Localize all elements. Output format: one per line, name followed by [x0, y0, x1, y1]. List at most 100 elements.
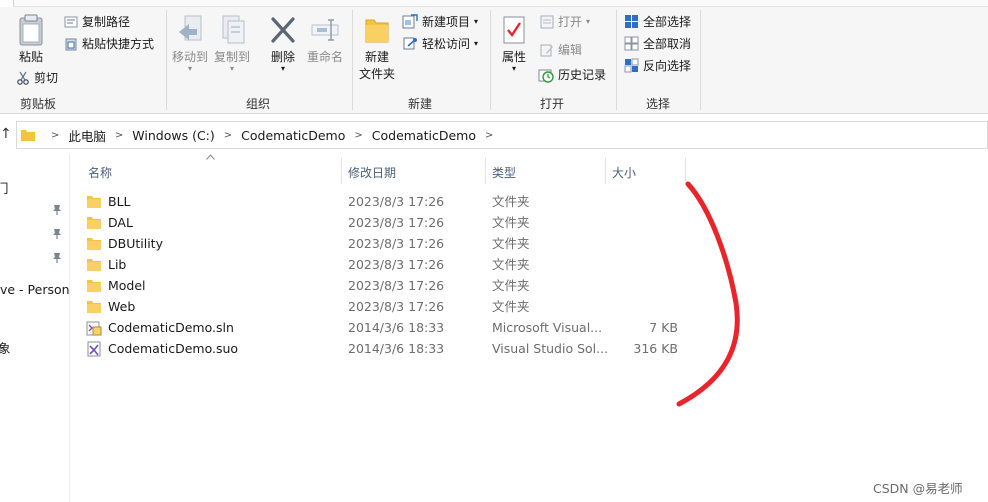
copy-to-icon	[217, 14, 247, 46]
chevron-right-icon[interactable]: >	[115, 130, 123, 141]
chevron-right-icon[interactable]: >	[354, 130, 362, 141]
column-header-type[interactable]: 类型	[492, 164, 516, 182]
open-label: 打开	[558, 15, 583, 29]
file-size: 7 KB	[649, 320, 678, 335]
select-all-label: 全部选择	[643, 15, 692, 29]
new-folder-button[interactable]: 新建 文件夹	[356, 14, 398, 83]
invert-selection-label: 反向选择	[643, 59, 692, 73]
open-button[interactable]: 打开 ▾	[540, 13, 590, 30]
chevron-right-icon[interactable]: >	[485, 130, 493, 141]
ribbon-tab-stub[interactable]	[0, 0, 14, 7]
column-divider[interactable]	[685, 158, 686, 184]
file-type: 文件夹	[492, 299, 530, 314]
column-divider[interactable]	[341, 158, 342, 184]
invert-selection-button[interactable]: 反向选择	[624, 57, 691, 74]
file-name-cell: BLL	[86, 191, 131, 212]
breadcrumb: > 此电脑 > Windows (C:) > CodematicDemo > C…	[20, 125, 502, 145]
chevron-right-icon[interactable]: >	[51, 130, 59, 141]
file-size	[612, 275, 678, 296]
column-header-date[interactable]: 修改日期	[348, 164, 396, 182]
move-to-button[interactable]: 移动到 ▾	[170, 14, 210, 73]
up-arrow-icon[interactable]: ↑	[0, 126, 12, 142]
new-item-button[interactable]: 新建项目 ▾	[402, 13, 478, 30]
file-type: 文件夹	[492, 278, 530, 293]
breadcrumb-item[interactable]: Windows (C:)	[132, 128, 214, 143]
paste-shortcut-button[interactable]: 粘贴快捷方式	[64, 35, 154, 52]
delete-dropdown-icon: ▾	[280, 64, 285, 73]
easy-access-button[interactable]: 轻松访问 ▾	[402, 35, 478, 52]
history-button[interactable]: 历史记录	[538, 66, 606, 83]
new-group-label: 新建	[407, 97, 432, 111]
file-row[interactable]: CodematicDemo.sln 2014/3/6 18:33 Microso…	[86, 317, 686, 338]
file-row[interactable]: CodematicDemo.suo 2014/3/6 18:33 Visual …	[86, 338, 686, 359]
nav-item[interactable]: 象	[0, 338, 11, 357]
file-type: 文件夹	[492, 257, 530, 272]
invert-selection-icon	[624, 58, 639, 73]
file-size	[612, 191, 678, 212]
file-row[interactable]: DBUtility 2023/8/3 17:26 文件夹	[86, 233, 686, 254]
navigation-pane: 门 ve - Persona 象	[0, 154, 70, 502]
file-name: BLL	[108, 194, 131, 209]
history-icon	[538, 67, 554, 83]
suo-file-icon	[86, 341, 102, 357]
properties-button[interactable]: 属性 ▾	[496, 14, 532, 73]
select-all-button[interactable]: 全部选择	[624, 13, 691, 30]
ribbon-divider	[700, 10, 701, 110]
file-size: 316 KB	[633, 341, 678, 356]
new-item-icon	[402, 14, 418, 29]
delete-button[interactable]: 删除 ▾	[264, 14, 302, 73]
column-divider[interactable]	[605, 158, 606, 184]
paste-shortcut-icon	[64, 37, 78, 51]
file-name: CodematicDemo.suo	[108, 341, 239, 356]
edit-icon	[540, 43, 554, 57]
copy-to-button[interactable]: 复制到 ▾	[212, 14, 252, 73]
file-type: Microsoft Visual...	[492, 320, 603, 335]
file-date: 2023/8/3 17:26	[348, 278, 445, 293]
column-header-size[interactable]: 大小	[612, 164, 636, 182]
file-date: 2023/8/3 17:26	[348, 215, 445, 230]
file-row[interactable]: BLL 2023/8/3 17:26 文件夹	[86, 191, 686, 212]
file-row[interactable]: DAL 2023/8/3 17:26 文件夹	[86, 212, 686, 233]
paste-button[interactable]: 粘贴	[14, 14, 48, 66]
select-none-label: 全部取消	[643, 37, 692, 51]
nav-item[interactable]: 门	[0, 178, 9, 197]
chevron-right-icon[interactable]: >	[224, 130, 232, 141]
easy-access-icon	[402, 36, 418, 51]
file-name-cell: Model	[86, 275, 146, 296]
properties-icon	[501, 14, 527, 46]
breadcrumb-item[interactable]: 此电脑	[68, 126, 106, 145]
file-name-cell: Web	[86, 296, 135, 317]
column-divider[interactable]	[485, 158, 486, 184]
folder-icon	[86, 236, 102, 251]
file-name: CodematicDemo.sln	[108, 320, 234, 335]
edit-button[interactable]: 编辑	[540, 41, 582, 58]
select-none-button[interactable]: 全部取消	[624, 35, 691, 52]
file-row[interactable]: Web 2023/8/3 17:26 文件夹	[86, 296, 686, 317]
file-date: 2023/8/3 17:26	[348, 299, 445, 314]
pin-icon[interactable]	[52, 252, 62, 264]
pin-icon[interactable]	[52, 204, 62, 216]
file-type: Visual Studio Sol...	[492, 341, 609, 356]
file-type: 文件夹	[492, 236, 530, 251]
new-folder-label-line2: 文件夹	[358, 67, 395, 81]
pin-icon[interactable]	[52, 228, 62, 240]
file-size	[612, 296, 678, 317]
file-name-cell: Lib	[86, 254, 126, 275]
ribbon-tab-strip	[0, 0, 988, 7]
nav-item-onedrive[interactable]: ve - Persona	[0, 282, 69, 297]
file-row[interactable]: Model 2023/8/3 17:26 文件夹	[86, 275, 686, 296]
file-row[interactable]: Lib 2023/8/3 17:26 文件夹	[86, 254, 686, 275]
move-to-icon	[175, 14, 205, 46]
file-size	[612, 233, 678, 254]
file-date: 2023/8/3 17:26	[348, 194, 445, 209]
breadcrumb-item[interactable]: CodematicDemo	[372, 128, 476, 143]
cut-button[interactable]: 剪切	[16, 69, 58, 86]
breadcrumb-item[interactable]: CodematicDemo	[241, 128, 345, 143]
column-header-name[interactable]: 名称	[88, 164, 112, 182]
file-size	[612, 254, 678, 275]
copy-path-button[interactable]: 复制路径	[64, 13, 130, 30]
rename-button[interactable]: 重命名	[303, 14, 347, 66]
rename-label: 重命名	[306, 50, 343, 64]
scissors-icon	[16, 71, 30, 85]
move-to-dropdown-icon: ▾	[187, 64, 192, 73]
